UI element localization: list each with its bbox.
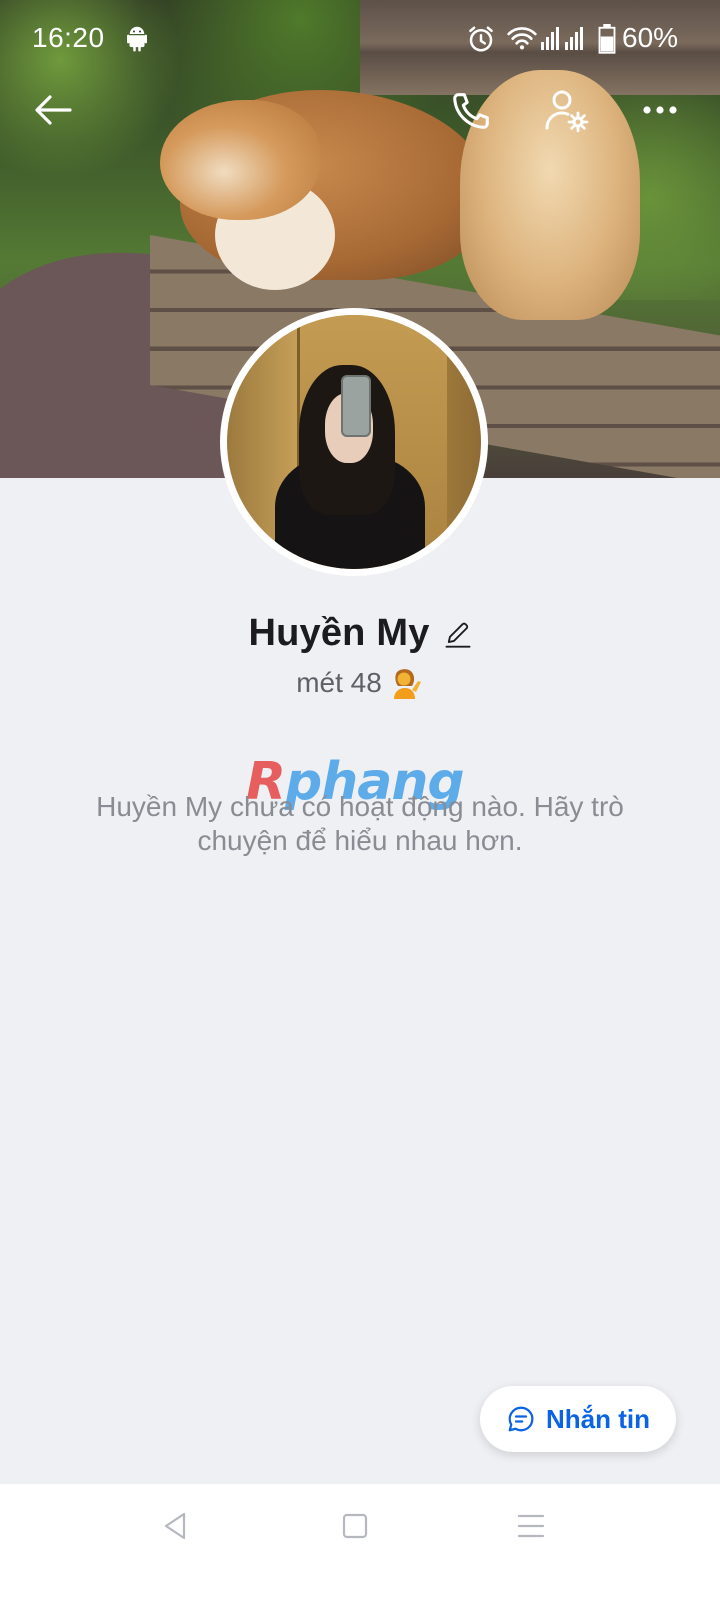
- profile-bio: mét 48: [296, 667, 382, 698]
- empty-activity-message: Huyền My chưa có hoạt động nào. Hãy trò …: [96, 791, 624, 856]
- send-message-label: Nhắn tin: [546, 1403, 650, 1434]
- status-time: 16:20: [32, 22, 105, 53]
- android-icon: [127, 26, 147, 52]
- avatar-phone: [341, 375, 371, 437]
- bio-row: mét 48: [0, 666, 720, 700]
- profile-name: Huyền My: [248, 612, 430, 654]
- alarm-icon: [469, 26, 493, 52]
- battery-percent: 60%: [622, 22, 679, 53]
- wifi-icon: [507, 27, 537, 50]
- nav-home-icon[interactable]: [340, 1510, 370, 1542]
- name-row: Huyền My: [0, 612, 720, 662]
- avatar[interactable]: [227, 315, 481, 569]
- cover-dog-head: [160, 100, 320, 220]
- edit-pencil-icon[interactable]: [444, 619, 472, 649]
- avatar-frame[interactable]: [220, 308, 488, 576]
- profile-screen: 16:20 60% Huyền My mét 48 Rphang Huyền M…: [0, 0, 720, 1600]
- chat-bubble-icon: [508, 1406, 534, 1432]
- nav-back-icon[interactable]: [158, 1508, 194, 1544]
- send-message-button[interactable]: Nhắn tin: [480, 1386, 676, 1452]
- battery-icon: [598, 24, 616, 54]
- user-settings-icon[interactable]: [542, 86, 590, 134]
- status-bar: 16:20 60%: [0, 0, 720, 80]
- phone-icon[interactable]: [448, 88, 494, 134]
- person-tipping-hand-emoji: [393, 669, 421, 699]
- more-dots-icon[interactable]: [640, 92, 680, 128]
- system-nav-bar: [0, 1484, 720, 1600]
- nav-menu-icon[interactable]: [516, 1510, 546, 1542]
- signal-icon: [541, 27, 583, 50]
- back-arrow-icon[interactable]: [28, 88, 78, 132]
